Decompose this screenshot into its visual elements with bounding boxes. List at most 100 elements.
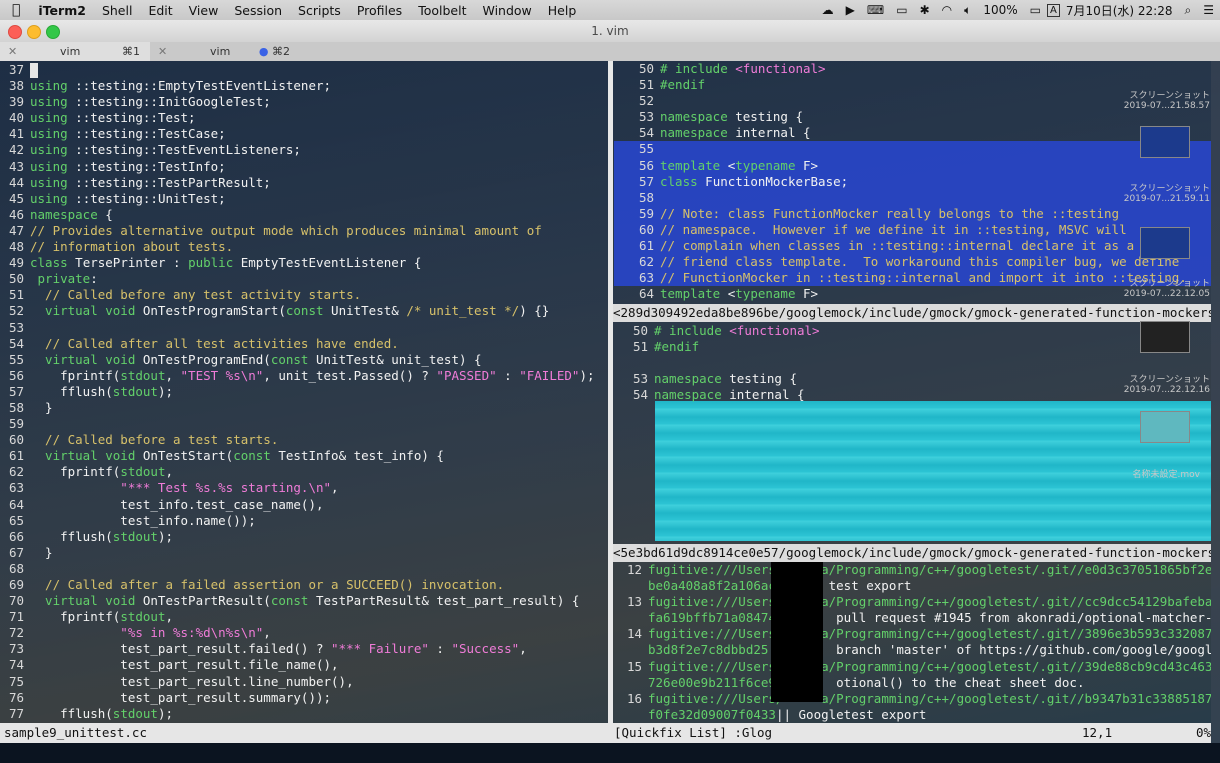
desktop-file-2[interactable]: スクリーンショット 2019-07...21.59.11: [1115, 181, 1210, 204]
screenshot-thumbnail-icon[interactable]: [1140, 321, 1190, 353]
menu-window[interactable]: Window: [474, 3, 539, 18]
keyboard-icon[interactable]: ⌨: [861, 3, 890, 17]
code-line[interactable]: 14 fugitive:///Users/ a/Programming/c++/g…: [614, 626, 1211, 642]
code-line[interactable]: 54 // Called after all test activities h…: [0, 336, 608, 352]
code-line[interactable]: 73 test_part_result.failed() ? "*** Fail…: [0, 641, 608, 657]
code-line[interactable]: 60 // namespace. However if we define it …: [614, 221, 1211, 239]
code-line[interactable]: 62 // friend class template. To workaroun…: [614, 254, 1211, 271]
code-line[interactable]: 46 namespace {: [0, 207, 608, 223]
code-line[interactable]: 52 virtual void OnTestProgramStart(const…: [0, 303, 608, 319]
code-line[interactable]: 61 // complain when classes in ::testing:…: [614, 238, 1211, 255]
desktop-file-4[interactable]: スクリーンショット 2019-07...22.12.16: [1115, 372, 1210, 395]
left-pane[interactable]: 37 38 using ::testing::EmptyTestEventListe…: [0, 61, 608, 724]
code-line[interactable]: 75 test_part_result.line_number(),: [0, 674, 608, 690]
code-line[interactable]: 56 template <typename F>: [614, 157, 1211, 174]
code-line[interactable]: 50 # include <functional>: [614, 323, 1211, 339]
close-tab-icon[interactable]: ✕: [158, 42, 167, 61]
apple-icon[interactable]: : [0, 2, 30, 18]
airplay-icon[interactable]: ▭: [890, 3, 913, 17]
screenshot-thumbnail-icon[interactable]: [1140, 227, 1190, 259]
code-line[interactable]: 59 // Note: class FunctionMocker really b…: [614, 205, 1211, 222]
code-line[interactable]: 50 # include <functional>: [614, 61, 1211, 77]
screenshot-thumbnail-icon[interactable]: [1140, 126, 1190, 158]
menu-scripts[interactable]: Scripts: [290, 3, 349, 18]
code-line[interactable]: 77 fflush(stdout);: [0, 706, 608, 722]
code-line[interactable]: 41 using ::testing::TestCase;: [0, 126, 608, 142]
menu-help[interactable]: Help: [540, 3, 585, 18]
code-line[interactable]: 61 virtual void OnTestStart(const TestIn…: [0, 448, 608, 464]
code-line[interactable]: 50 private:: [0, 271, 608, 287]
movie-thumbnail-icon[interactable]: [1140, 411, 1190, 443]
code-line[interactable]: 55 virtual void OnTestProgramEnd(const U…: [0, 352, 608, 368]
code-line[interactable]: 69 // Called after a failed assertion or…: [0, 577, 608, 593]
code-line[interactable]: 65 test_info.name());: [0, 513, 608, 529]
code-line[interactable]: 66 fflush(stdout);: [0, 529, 608, 545]
close-window-button[interactable]: [8, 25, 22, 39]
code-line[interactable]: 68: [0, 561, 608, 577]
code-line[interactable]: 726e00e9b211f6ce9 otional() to the cheat…: [614, 675, 1211, 691]
close-tab-icon[interactable]: ✕: [8, 42, 17, 61]
code-line[interactable]: 57 fflush(stdout);: [0, 384, 608, 400]
clock[interactable]: 7月10日(水) 22:28: [1060, 2, 1179, 19]
desktop-file-3[interactable]: スクリーンショット 2019-07...22.12.05: [1115, 276, 1210, 299]
code-line[interactable]: 74 test_part_result.file_name(),: [0, 657, 608, 673]
search-icon[interactable]: ⌕: [1179, 3, 1198, 18]
code-line[interactable]: 64 test_info.test_case_name(),: [0, 497, 608, 513]
terminal-area[interactable]: 37 38 using ::testing::EmptyTestEventListe…: [0, 61, 1220, 743]
code-line[interactable]: 67 }: [0, 545, 608, 561]
tab-1[interactable]: ✕ vim ⌘1: [0, 42, 150, 61]
menu-session[interactable]: Session: [226, 3, 290, 18]
menu-profiles[interactable]: Profiles: [349, 3, 410, 18]
code-line[interactable]: 45 using ::testing::UnitTest;: [0, 191, 608, 207]
cloud-icon[interactable]: ☁: [816, 3, 840, 17]
desktop-file-5[interactable]: 名称未設定.mov: [1105, 467, 1200, 480]
code-line[interactable]: b3d8f2e7c8dbbd25 branch 'master' of http…: [614, 642, 1211, 658]
code-line[interactable]: 49 class TersePrinter : public EmptyTestE…: [0, 255, 608, 271]
code-line[interactable]: 37: [0, 62, 608, 78]
minimize-window-button[interactable]: [27, 25, 41, 39]
code-line[interactable]: 51 // Called before any test activity st…: [0, 287, 608, 303]
code-line[interactable]: 44 using ::testing::TestPartResult;: [0, 175, 608, 191]
desktop-file-1[interactable]: スクリーンショット 2019-07...21.58.57: [1115, 88, 1210, 111]
menu-view[interactable]: View: [181, 3, 227, 18]
code-line[interactable]: 70 virtual void OnTestPartResult(const T…: [0, 593, 608, 609]
code-line[interactable]: 56 fprintf(stdout, "TEST %s\n", unit_tes…: [0, 368, 608, 384]
menu-shell[interactable]: Shell: [94, 3, 141, 18]
scrollbar[interactable]: [1211, 61, 1220, 743]
play-icon[interactable]: ▶: [840, 3, 861, 17]
code-line[interactable]: f0fe32d09007f0433|| Googletest export: [614, 707, 1211, 723]
code-line[interactable]: 48 // information about tests.: [0, 239, 608, 255]
code-line[interactable]: 13 fugitive:///Users/ a/Programming/c++/g…: [614, 594, 1211, 610]
app-menu[interactable]: iTerm2: [30, 3, 94, 18]
code-line[interactable]: 55: [614, 141, 1211, 158]
menu-edit[interactable]: Edit: [140, 3, 180, 18]
code-line[interactable]: 53 namespace testing {: [614, 109, 1211, 125]
code-line[interactable]: 12 fugitive:///Users/ a/Programming/c++/g…: [614, 562, 1211, 578]
code-line[interactable]: 51 #endif: [614, 339, 1211, 355]
code-line[interactable]: 62 fprintf(stdout,: [0, 464, 608, 480]
wifi-icon[interactable]: ◠: [936, 3, 958, 17]
code-line[interactable]: 43 using ::testing::TestInfo;: [0, 159, 608, 175]
code-line[interactable]: 76 test_part_result.summary());: [0, 690, 608, 706]
code-line[interactable]: 72 "%s in %s:%d\n%s\n",: [0, 625, 608, 641]
code-line[interactable]: 42 using ::testing::TestEventListeners;: [0, 142, 608, 158]
code-line[interactable]: 63 "*** Test %s.%s starting.\n",: [0, 480, 608, 496]
code-line[interactable]: 59: [0, 416, 608, 432]
input-source[interactable]: A: [1046, 3, 1060, 17]
code-line[interactable]: 39 using ::testing::InitGoogleTest;: [0, 94, 608, 110]
code-line[interactable]: 38 using ::testing::EmptyTestEventListene…: [0, 78, 608, 94]
right-middle-pane[interactable]: 50 # include <functional> 51 #endif 53 namesp…: [614, 323, 1211, 543]
menu-toolbelt[interactable]: Toolbelt: [410, 3, 474, 18]
vertical-split-separator[interactable]: [608, 61, 613, 723]
code-line[interactable]: 47 // Provides alternative output mode wh…: [0, 223, 608, 239]
code-line[interactable]: 58 }: [0, 400, 608, 416]
code-line[interactable]: 40 using ::testing::Test;: [0, 110, 608, 126]
zoom-window-button[interactable]: [46, 25, 60, 39]
code-line[interactable]: 16 fugitive:///Users/ a/Programming/c++/g…: [614, 691, 1211, 707]
volume-icon[interactable]: 🔈︎: [958, 3, 977, 18]
list-icon[interactable]: ☰: [1197, 3, 1220, 17]
code-line[interactable]: 71 fprintf(stdout,: [0, 609, 608, 625]
code-line[interactable]: 54 namespace internal {: [614, 125, 1211, 141]
tab-2[interactable]: ✕ vim ● ⌘2: [150, 42, 300, 61]
quickfix-pane[interactable]: 12 fugitive:///Users/ a/Programming/c++/g…: [614, 562, 1211, 723]
